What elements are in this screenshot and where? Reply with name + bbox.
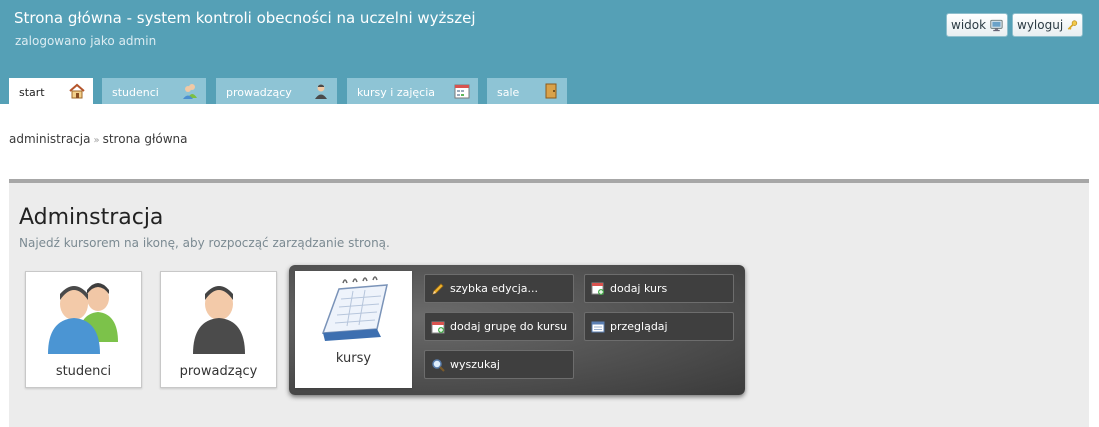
- breadcrumb-item-current: strona główna: [102, 132, 188, 146]
- kursy-submenu: kursy szybka edycja... dodaj kurs dodaj …: [289, 265, 745, 395]
- header-bar: Strona główna - system kontroli obecnośc…: [0, 0, 1099, 104]
- breadcrumb-item-administracja[interactable]: administracja: [9, 132, 90, 146]
- add-table-icon: [591, 282, 604, 295]
- tile-prowadzacy-label: prowadzący: [179, 364, 258, 379]
- breadcrumb: administracja» strona główna: [9, 132, 187, 146]
- calendar-icon: [454, 84, 470, 99]
- search-icon: [432, 359, 445, 372]
- search-label: wyszukaj: [450, 358, 500, 371]
- quick-edit-button[interactable]: szybka edycja...: [424, 274, 574, 303]
- add-course-button[interactable]: dodaj kurs: [584, 274, 734, 303]
- tile-kursy-label: kursy: [335, 351, 372, 366]
- logout-button[interactable]: wyloguj: [1012, 13, 1083, 37]
- view-button[interactable]: widok: [946, 13, 1008, 37]
- teacher-icon: [315, 84, 327, 99]
- calendar-add-icon: [431, 321, 445, 334]
- tab-prowadzacy[interactable]: prowadzący: [216, 78, 337, 104]
- door-icon: [545, 83, 557, 99]
- users-icon: [183, 84, 197, 99]
- panel-title: Adminstracja: [19, 205, 164, 230]
- tile-prowadzacy[interactable]: prowadzący: [160, 271, 277, 388]
- tab-kursy-label: kursy i zajęcia: [357, 86, 435, 99]
- panel-hint: Najedź kursorem na ikonę, aby rozpocząć …: [19, 236, 390, 250]
- tile-kursy[interactable]: kursy: [295, 271, 412, 388]
- breadcrumb-separator: »: [93, 135, 100, 146]
- tab-studenci-label: studenci: [112, 86, 159, 99]
- add-group-to-course-button[interactable]: dodaj grupę do kursu: [424, 312, 574, 341]
- tile-studenci-label: studenci: [55, 364, 112, 379]
- students-icon: [48, 283, 118, 354]
- tile-studenci[interactable]: studenci: [25, 271, 142, 388]
- logout-button-label: wyloguj: [1017, 18, 1064, 32]
- pencil-icon: [432, 283, 444, 295]
- tab-kursy-i-zajecia[interactable]: kursy i zajęcia: [347, 78, 478, 104]
- tab-sale-label: sale: [497, 86, 520, 99]
- browse-button[interactable]: przeglądaj: [584, 312, 734, 341]
- teacher-icon: [193, 286, 245, 354]
- view-button-label: widok: [951, 18, 987, 32]
- search-button[interactable]: wyszukaj: [424, 350, 574, 379]
- monitor-icon: [990, 19, 1003, 32]
- tab-start[interactable]: start: [9, 78, 93, 104]
- add-group-label: dodaj grupę do kursu: [450, 320, 568, 333]
- tab-sale[interactable]: sale: [487, 78, 567, 104]
- tab-prowadzacy-label: prowadzący: [226, 86, 292, 99]
- home-icon: [69, 83, 85, 99]
- list-icon: [591, 321, 605, 333]
- tab-studenci[interactable]: studenci: [102, 78, 206, 104]
- key-icon: [1067, 20, 1078, 30]
- add-course-label: dodaj kurs: [610, 282, 668, 295]
- quick-edit-label: szybka edycja...: [450, 282, 539, 295]
- site-title: Strona główna - system kontroli obecnośc…: [14, 9, 476, 27]
- tab-start-label: start: [19, 86, 45, 99]
- logged-in-user: zalogowano jako admin: [15, 34, 157, 48]
- calendar-icon: [321, 276, 388, 341]
- admin-panel: Adminstracja Najedź kursorem na ikonę, a…: [9, 179, 1089, 427]
- browse-label: przeglądaj: [610, 320, 668, 333]
